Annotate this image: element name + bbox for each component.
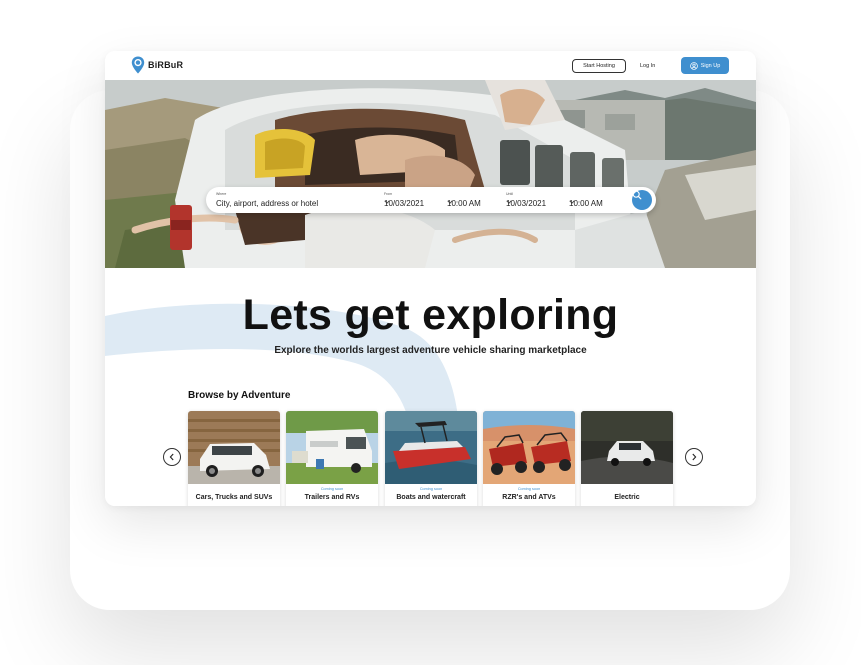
search-icon [632, 190, 642, 200]
chevron-down-icon [447, 200, 453, 204]
chevron-down-icon [569, 200, 575, 204]
browser-frame: BiRBuR Start Hosting Log In Sign Up Wher… [105, 51, 756, 506]
page-subtitle: Explore the worlds largest adventure veh… [274, 345, 587, 356]
category-card-atvs[interactable]: Coming soon RZR's and ATVs [483, 411, 575, 506]
category-card-cars[interactable]: Cars, Trucks and SUVs [188, 411, 280, 506]
where-label: Where [216, 192, 227, 196]
category-card-trailers[interactable]: Coming soon Trailers and RVs [286, 411, 378, 506]
main-content: Lets get exploring Explore the worlds la… [105, 268, 756, 506]
category-label: Electric [614, 494, 640, 501]
electric-car-image [581, 411, 673, 484]
where-input[interactable]: City, airport, address or hotel [216, 199, 318, 208]
category-label: Cars, Trucks and SUVs [195, 494, 273, 501]
search-bar: Where City, airport, address or hotel Fr… [206, 187, 656, 213]
brand-logo[interactable]: BiRBuR [131, 56, 183, 74]
from-date-select[interactable]: 10/03/2021 [384, 199, 424, 208]
login-link[interactable]: Log In [640, 59, 655, 73]
carousel-next-button[interactable] [685, 448, 703, 466]
category-label: Boats and watercraft [396, 494, 466, 501]
brand-name: BiRBuR [148, 60, 184, 70]
from-label: From [384, 192, 393, 196]
category-label: RZR's and ATVs [502, 494, 556, 501]
category-card-boats[interactable]: Coming soon Boats and watercraft [385, 411, 477, 506]
start-hosting-button[interactable]: Start Hosting [572, 59, 626, 73]
until-date-value: 10/03/2021 [506, 199, 547, 208]
search-button[interactable] [632, 190, 652, 210]
rv-image [286, 411, 378, 484]
category-label: Trailers and RVs [304, 494, 360, 501]
coming-soon-badge: Coming soon [320, 487, 344, 491]
coming-soon-badge: Coming soon [517, 487, 541, 491]
hero-photo [105, 80, 756, 268]
chevron-down-icon [506, 200, 512, 204]
until-time-select[interactable]: 10:00 AM [569, 199, 603, 208]
map-pin-icon [131, 56, 145, 74]
page-title: Lets get exploring [242, 291, 619, 339]
chevron-down-icon [384, 200, 390, 204]
top-nav: BiRBuR Start Hosting Log In Sign Up [105, 51, 756, 80]
chevron-left-icon [169, 453, 174, 461]
category-card-electric[interactable]: Electric [581, 411, 673, 506]
from-date-value: 10/03/2021 [384, 199, 425, 208]
browse-heading: Browse by Adventure [188, 390, 291, 401]
atv-image [483, 411, 575, 484]
hero-banner: Where City, airport, address or hotel Fr… [105, 80, 756, 268]
coming-soon-badge: Coming soon [419, 487, 443, 491]
carousel-prev-button[interactable] [163, 448, 181, 466]
boat-image [385, 411, 477, 484]
user-circle-icon [689, 61, 698, 70]
adventure-carousel: Cars, Trucks and SUVs Coming soon Traile… [188, 411, 675, 506]
sign-up-label: Sign Up [700, 62, 721, 69]
from-time-select[interactable]: 10:00 AM [447, 199, 481, 208]
until-label: Until [506, 192, 514, 196]
until-date-select[interactable]: 10/03/2021 [506, 199, 546, 208]
suv-image [188, 411, 280, 484]
chevron-right-icon [692, 453, 697, 461]
sign-up-button[interactable]: Sign Up [681, 57, 729, 74]
